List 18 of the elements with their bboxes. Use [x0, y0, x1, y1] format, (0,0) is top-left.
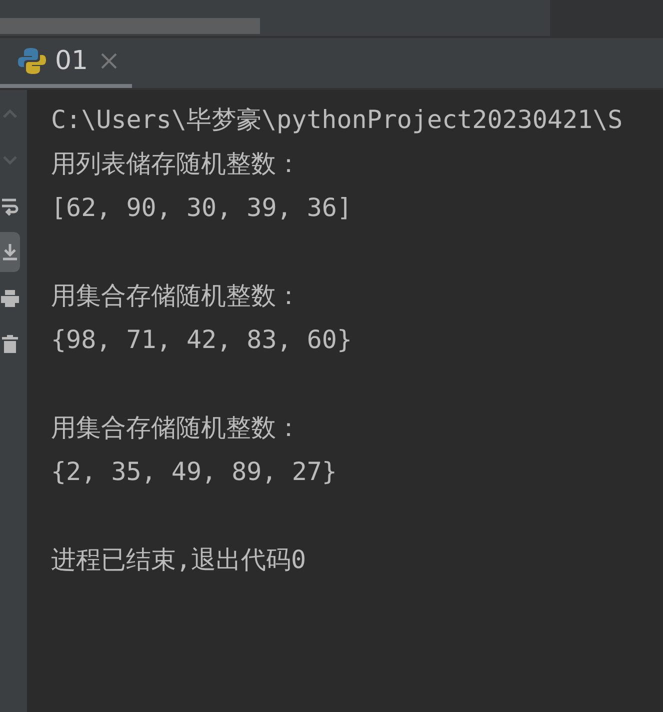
printer-icon [0, 288, 20, 308]
console-output-line: [62, 90, 30, 39, 36] [51, 192, 352, 224]
trash-icon [0, 334, 20, 354]
scrollbar-thumb[interactable] [0, 18, 260, 34]
console-output-line: 用集合存储随机整数： [51, 280, 301, 312]
console-output-line: {2, 35, 49, 89, 27} [51, 456, 337, 488]
console-output-line: 用列表储存随机整数： [51, 148, 301, 180]
scroll-to-end-icon [0, 242, 20, 262]
close-icon[interactable] [100, 52, 118, 70]
console-output-line: 用集合存储随机整数： [51, 412, 301, 444]
soft-wrap-icon [0, 196, 20, 216]
toolbar-button[interactable] [0, 232, 20, 272]
console-output-line: 进程已结束,退出代码0 [51, 544, 306, 576]
python-logo-icon [17, 46, 47, 76]
tab[interactable]: 01 [0, 38, 132, 88]
console-output-line: C:\Users\毕梦豪\pythonProject20230421\S [51, 104, 623, 136]
tab-label: 01 [55, 44, 88, 78]
console-output-line: {98, 71, 42, 83, 60} [51, 324, 352, 356]
